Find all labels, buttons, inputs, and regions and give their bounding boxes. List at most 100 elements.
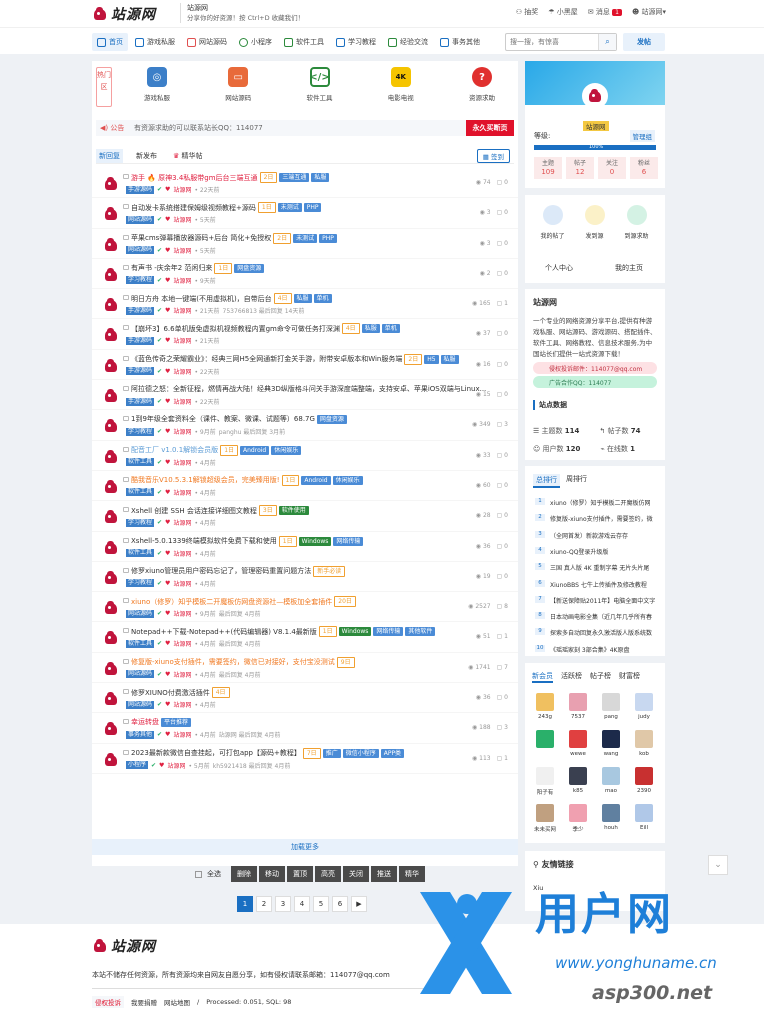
thread-title[interactable]: Notepad++下载-Notepad++(代码编辑器) V8.1.4最新版	[131, 627, 317, 637]
stat-posts[interactable]: 帖子 12	[566, 157, 594, 179]
thread-category[interactable]: 手游源码	[126, 397, 155, 406]
thread-tag[interactable]: 9日	[336, 656, 355, 668]
avatar[interactable]	[103, 752, 117, 766]
thread-category[interactable]: 手游源码	[126, 185, 155, 194]
thread-row[interactable]: 明日方舟 本地一键端(不用虚拟机)，自带后台 4日 私服 单机 手游源码 ✔ ♥ 站源…	[92, 289, 518, 320]
blacklist-link[interactable]: ☂ 小黑屋	[548, 7, 578, 17]
category-tools[interactable]: </> 软件工具	[290, 67, 350, 102]
nav-other[interactable]: 事务其他	[435, 33, 485, 51]
highlight-button[interactable]: 高亮	[315, 866, 341, 882]
stat-following[interactable]: 关注 0	[598, 157, 626, 179]
nav-exchange[interactable]: 经验交流	[383, 33, 433, 51]
tab-posts-rank[interactable]: 帖子榜	[590, 671, 611, 683]
thread-author[interactable]: 站源网	[173, 579, 191, 588]
member-item[interactable]: 2390	[632, 767, 656, 794]
user-menu[interactable]: ☻ 站源网▾	[632, 7, 666, 17]
avatar[interactable]	[103, 479, 117, 493]
thread-author[interactable]: 站源网	[173, 670, 191, 679]
thread-title[interactable]: Xshell-5.0.1339终端模拟软件免费下载和使用	[131, 536, 277, 546]
thread-category[interactable]: 网站源码	[126, 215, 155, 224]
thread-tag[interactable]: 私服	[311, 173, 330, 182]
avatar[interactable]	[103, 661, 117, 675]
thread-category[interactable]: 学习教程	[126, 579, 155, 588]
thread-row[interactable]: Xshell-5.0.1339终端模拟软件免费下载和使用 1日 Windows 网络传…	[92, 532, 518, 562]
thread-row[interactable]: 2023最新款微信自查挂起，可打包app【源码+教程】 7日 推广 微信小程序 APP类…	[92, 744, 518, 774]
avatar[interactable]	[103, 176, 117, 190]
thread-title[interactable]: 有声书 -庆余年2 范闲归来	[131, 263, 212, 273]
thread-row[interactable]: 【崩坏3】6.6单机版免虚拟机视频教程内置gm命令可做任务打深渊 4日 私服 单机 手…	[92, 319, 518, 350]
thread-title[interactable]: 阿拉德之怒：全新征程，燃情再战大陆！经典3D纵版格斗问关手游深度端整端，支持安卓…	[131, 384, 486, 394]
stat-topics[interactable]: 主题 109	[534, 157, 562, 179]
thread-title[interactable]: xiuno（修罗）知乎模板二开魔板仿网盘资源社—模板加全套插件	[131, 597, 332, 607]
thread-row[interactable]: 阿拉德之怒：全新征程，燃情再战大陆！经典3D纵版格斗问关手游深度端整端，支持安卓…	[92, 380, 518, 411]
complaint-link[interactable]: 侵权投诉	[92, 996, 124, 1008]
thread-tag[interactable]: PHP	[319, 233, 337, 243]
member-item[interactable]: 阳子有	[533, 767, 557, 796]
thread-tag[interactable]: 平台推荐	[161, 717, 192, 727]
avatar[interactable]	[103, 600, 117, 615]
thread-author[interactable]: 站源网	[173, 609, 191, 618]
avatar[interactable]	[103, 418, 117, 433]
thread-tag[interactable]: 休闲娱乐	[332, 475, 363, 485]
page-5[interactable]: 5	[313, 896, 329, 912]
thread-tag[interactable]: H5	[424, 354, 439, 364]
member-item[interactable]: 243g	[533, 693, 557, 720]
thread-tag[interactable]: Android	[301, 475, 331, 485]
thread-row[interactable]: 酷我音乐V10.5.3.1解锁超级会员，完美臻用版! 1日 Android 休闲娱乐 …	[92, 471, 518, 502]
member-item[interactable]: k85	[566, 767, 590, 794]
thread-tag[interactable]: 20日	[334, 596, 356, 608]
category-movie[interactable]: 4K 电影电视	[371, 67, 431, 102]
thread-row[interactable]: 自动发卡系统搭建保姆级视频教程+源码 1日 未测试 PHP 网站源码 ✔ ♥ 站源网 …	[92, 198, 518, 229]
member-item[interactable]: wang	[599, 730, 623, 757]
thread-row[interactable]: 修复版-xiuno支付插件，需要签约，微信已对接好，支付宝没测试 9日 网站源码 …	[92, 653, 518, 684]
thread-author[interactable]: 站源网	[173, 367, 191, 376]
thread-category[interactable]: 学习教程	[126, 427, 155, 436]
thread-row[interactable]: 配音工厂 v1.0.1解锁会员版 1日 Android 休闲娱乐 软件工具 ✔ ♥ 站…	[92, 441, 518, 471]
scroll-chevron-icon[interactable]: ⌄	[708, 855, 728, 875]
thread-tag[interactable]: 4日	[341, 323, 360, 335]
site-logo[interactable]: 站源网	[92, 4, 156, 24]
category-game[interactable]: ◎ 游戏私服	[127, 67, 187, 102]
thread-tag[interactable]: 私服	[293, 294, 312, 304]
thread-title[interactable]: 游手 🔥 原神3.4私服带gm后台三端互通	[131, 173, 258, 183]
thread-category[interactable]: 软件工具	[126, 639, 155, 648]
thread-tag[interactable]: 3日	[258, 505, 277, 517]
thread-row[interactable]: Xshell 创建 SSH 会话连接详细图文教程 3日 软件使用 学习教程 ✔ ♥ …	[92, 501, 518, 532]
tab-new-post[interactable]: 新发布	[133, 149, 160, 163]
member-item[interactable]: 未未买网	[533, 804, 557, 833]
page-2[interactable]: 2	[256, 896, 272, 912]
tab-new-reply[interactable]: 新回复	[96, 148, 123, 163]
thread-tag[interactable]: 推广	[322, 748, 341, 758]
thread-author[interactable]: 站源网	[173, 730, 191, 739]
thread-author[interactable]: 站源网	[173, 488, 191, 497]
thread-category[interactable]: 软件工具	[126, 458, 155, 467]
thread-author[interactable]: 站源网	[173, 397, 191, 406]
ranking-item[interactable]: 9 探索多自动回复永久激活版人版系统数	[535, 628, 659, 637]
thread-category[interactable]: 手游源码	[126, 306, 155, 315]
thread-tag[interactable]: 1日	[278, 535, 297, 547]
post-button[interactable]: 发帖	[623, 33, 665, 51]
ranking-item[interactable]: 4 xiuno-QQ登录升级版	[535, 546, 659, 556]
move-button[interactable]: 移动	[259, 866, 285, 882]
ranking-item[interactable]: 6 XiunoBBS 七牛上传插件及修改教程	[535, 579, 659, 589]
thread-author[interactable]: 站源网	[173, 306, 191, 315]
avatar[interactable]	[103, 540, 117, 554]
thread-tag[interactable]: 单机	[313, 294, 332, 304]
thread-tag[interactable]: 1日	[214, 262, 233, 274]
thread-title[interactable]: 修罗XIUNO付费激活插件	[131, 688, 210, 698]
nav-tutorial[interactable]: 学习教程	[331, 33, 381, 51]
thread-row[interactable]: 1到9年级全套资料全（课件、教案、微课、试题等）68.7G 网盘资源 学习教程 ✔…	[92, 410, 518, 441]
avatar[interactable]	[103, 237, 117, 251]
member-item[interactable]: 季少	[566, 804, 590, 833]
avatar[interactable]	[103, 449, 117, 463]
user-name[interactable]: 站源网	[583, 121, 609, 131]
thread-author[interactable]: 站源网	[173, 700, 191, 709]
member-item[interactable]: 7537	[566, 693, 590, 720]
avatar[interactable]	[103, 570, 117, 584]
nav-miniapp[interactable]: 小程序	[234, 33, 277, 51]
page-6[interactable]: 6	[332, 896, 348, 912]
thread-tag[interactable]: 单机	[381, 324, 400, 334]
thread-title[interactable]: 苹果cms弹幕播放器源码+后台 简化+免授权	[131, 233, 271, 243]
nav-tools[interactable]: 软件工具	[279, 33, 329, 51]
search-button[interactable]: ⌕	[598, 34, 616, 50]
